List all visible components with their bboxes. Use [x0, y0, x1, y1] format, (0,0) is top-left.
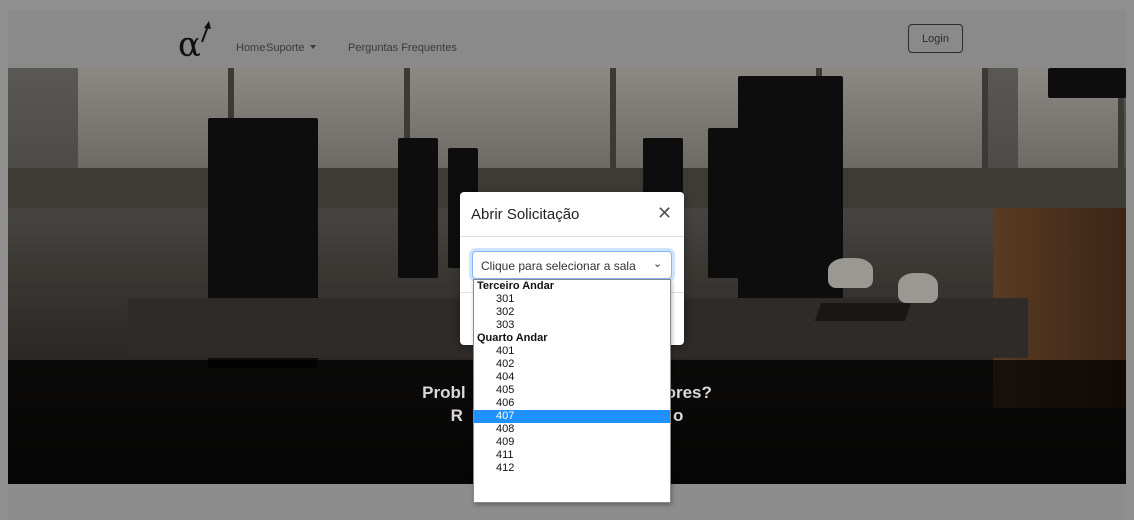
nav-perguntas-frequentes[interactable]: Perguntas Frequentes — [348, 42, 457, 54]
monitor-2 — [398, 138, 438, 278]
modal-title: Abrir Solicitação — [471, 206, 580, 223]
alpha-logo-icon[interactable]: α — [174, 20, 222, 60]
nav-suporte-label: Suporte — [266, 42, 305, 54]
option-407[interactable]: 407 — [474, 410, 670, 423]
svg-text:α: α — [178, 25, 201, 60]
chair-2 — [898, 273, 938, 303]
option-409[interactable]: 409 — [474, 436, 670, 449]
hero-title-start: Probl — [422, 383, 466, 402]
option-402[interactable]: 402 — [474, 358, 670, 371]
optgroup-quarto-andar: Quarto Andar — [477, 332, 548, 344]
option-412[interactable]: 412 — [474, 462, 670, 475]
option-405[interactable]: 405 — [474, 384, 670, 397]
option-401[interactable]: 401 — [474, 345, 670, 358]
close-icon[interactable]: ✕ — [657, 204, 672, 222]
modal-header-divider — [460, 236, 684, 237]
login-button[interactable]: Login — [908, 24, 963, 53]
option-301[interactable]: 301 — [474, 293, 670, 306]
monitor-7 — [1048, 68, 1126, 98]
option-411[interactable]: 411 — [474, 449, 670, 462]
room-dropdown-list[interactable]: Terceiro Andar 301 302 303 Quarto Andar … — [473, 279, 671, 503]
chair-1 — [828, 258, 873, 288]
option-302[interactable]: 302 — [474, 306, 670, 319]
option-404[interactable]: 404 — [474, 371, 670, 384]
chevron-down-icon: ⌄ — [653, 258, 663, 270]
nav-home[interactable]: Home — [236, 42, 265, 54]
option-408[interactable]: 408 — [474, 423, 670, 436]
hero-subtitle-end: o — [672, 406, 684, 425]
room-select[interactable]: Clique para selecionar a sala ⌄ — [472, 251, 672, 279]
keyboard — [814, 303, 912, 321]
window-5 — [822, 68, 988, 168]
hero-title-end: ores? — [665, 383, 712, 402]
room-select-value: Clique para selecionar a sala — [481, 259, 636, 273]
navbar: α Home Suporte Perguntas Frequentes Logi… — [8, 10, 1126, 68]
option-303[interactable]: 303 — [474, 319, 670, 332]
option-406[interactable]: 406 — [474, 397, 670, 410]
caret-down-icon — [309, 45, 316, 49]
window-3 — [410, 68, 616, 168]
optgroup-terceiro-andar: Terceiro Andar — [477, 280, 555, 292]
nav-suporte[interactable]: Suporte — [266, 42, 316, 54]
hero-subtitle-start: R — [450, 406, 463, 425]
